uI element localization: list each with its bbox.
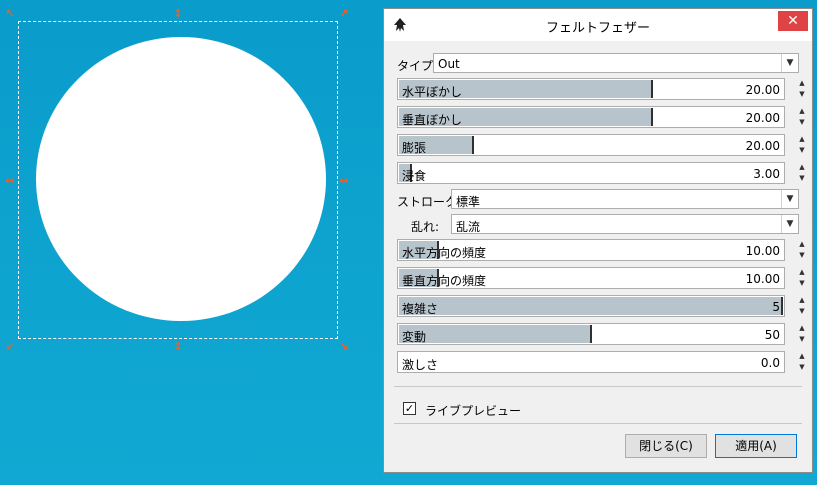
turbulence-value: 乱流	[456, 220, 481, 234]
spin-up-icon[interactable]: ▲	[797, 295, 807, 306]
spin-down-icon[interactable]: ▼	[797, 173, 807, 184]
spin-up-icon[interactable]: ▲	[797, 267, 807, 278]
spin-down-icon[interactable]: ▼	[797, 278, 807, 289]
slider-row[interactable]: 変動 50	[397, 323, 785, 345]
slider-row[interactable]: 複雑さ 5	[397, 295, 785, 317]
live-preview-checkbox[interactable]: ✓	[403, 402, 416, 415]
resize-handle-top-left-icon[interactable]: ↖	[5, 8, 15, 19]
resize-handle-top-right-icon[interactable]: ↗	[339, 8, 349, 19]
slider-label: 激しさ	[402, 358, 439, 372]
turbulence-row: 乱れ: 乱流 ▼	[397, 214, 799, 236]
divider	[394, 386, 802, 387]
spin-down-icon[interactable]: ▼	[797, 117, 807, 128]
spin-down-icon[interactable]: ▼	[797, 334, 807, 345]
resize-handle-bottom-left-icon[interactable]: ↙	[5, 341, 15, 352]
slider-value[interactable]: 50	[765, 328, 780, 342]
felt-feather-dialog: フェルトフェザー ✕ タイプ: Out ▼ 水平ぼかし 20.00 ▲ ▼ 垂直ぼかし 2…	[383, 8, 813, 473]
slider-row[interactable]: 垂直ぼかし 20.00	[397, 106, 785, 128]
slider-label: 水平ぼかし	[402, 85, 463, 99]
slider-value[interactable]: 0.0	[761, 356, 780, 370]
spin-button[interactable]: ▲ ▼	[797, 351, 807, 373]
turbulence-select[interactable]: 乱流 ▼	[451, 214, 799, 234]
turbulence-label: 乱れ:	[411, 220, 440, 234]
slider-value[interactable]: 10.00	[746, 244, 780, 258]
resize-handle-top-icon[interactable]: ↕	[173, 8, 183, 19]
slider-value[interactable]: 20.00	[746, 139, 780, 153]
slider-label: 垂直方向の頻度	[402, 274, 487, 288]
selection-bounding-box	[18, 21, 338, 339]
spin-button[interactable]: ▲ ▼	[797, 295, 807, 317]
slider-row[interactable]: 激しさ 0.0	[397, 351, 785, 373]
slider-value[interactable]: 20.00	[746, 83, 780, 97]
spin-down-icon[interactable]: ▼	[797, 145, 807, 156]
stroke-value: 標準	[456, 195, 481, 209]
slider-value[interactable]: 3.00	[753, 167, 780, 181]
spin-button[interactable]: ▲ ▼	[797, 106, 807, 128]
spin-button[interactable]: ▲ ▼	[797, 267, 807, 289]
resize-handle-right-icon[interactable]: ↔	[339, 175, 349, 186]
close-icon[interactable]: ✕	[778, 11, 808, 31]
divider	[394, 423, 802, 424]
slider-label: 複雑さ	[402, 302, 439, 316]
stroke-select[interactable]: 標準 ▼	[451, 189, 799, 209]
spin-button[interactable]: ▲ ▼	[797, 162, 807, 184]
spin-up-icon[interactable]: ▲	[797, 239, 807, 250]
chevron-down-icon: ▼	[781, 54, 798, 72]
resize-handle-left-icon[interactable]: ↔	[5, 175, 15, 186]
dialog-title: フェルトフェザー	[545, 21, 650, 36]
slider-label: 膨張	[402, 141, 427, 155]
spin-up-icon[interactable]: ▲	[797, 323, 807, 334]
slider-row[interactable]: 垂直方向の頻度 10.00	[397, 267, 785, 289]
spin-down-icon[interactable]: ▼	[797, 89, 807, 100]
slider-row[interactable]: 水平ぼかし 20.00	[397, 78, 785, 100]
apply-button[interactable]: 適用(A)	[715, 434, 797, 458]
close-button[interactable]: 閉じる(C)	[625, 434, 707, 458]
spin-down-icon[interactable]: ▼	[797, 362, 807, 373]
slider-label: 垂直ぼかし	[402, 113, 463, 127]
spin-down-icon[interactable]: ▼	[797, 306, 807, 317]
type-label: タイプ:	[397, 59, 438, 73]
slider-value[interactable]: 20.00	[746, 111, 780, 125]
slider-fill[interactable]	[399, 297, 783, 315]
type-value: Out	[438, 57, 460, 71]
slider-value[interactable]: 5	[772, 300, 780, 314]
live-preview-label: ライブプレビュー	[425, 404, 522, 418]
slider-value[interactable]: 10.00	[746, 272, 780, 286]
dialog-titlebar[interactable]: フェルトフェザー ✕	[384, 9, 812, 41]
slider-label: 浸食	[402, 169, 427, 183]
chevron-down-icon: ▼	[781, 190, 798, 208]
slider-fill[interactable]	[399, 325, 592, 343]
resize-handle-bottom-icon[interactable]: ↕	[173, 341, 183, 352]
type-select[interactable]: Out ▼	[433, 53, 799, 73]
type-row: タイプ: Out ▼	[397, 53, 799, 75]
slider-row[interactable]: 水平方向の頻度 10.00	[397, 239, 785, 261]
spin-up-icon[interactable]: ▲	[797, 351, 807, 362]
slider-label: 水平方向の頻度	[402, 246, 487, 260]
chevron-down-icon: ▼	[781, 215, 798, 233]
spin-up-icon[interactable]: ▲	[797, 134, 807, 145]
slider-label: 変動	[402, 330, 427, 344]
spin-down-icon[interactable]: ▼	[797, 250, 807, 261]
stroke-row: ストローク: 標準 ▼	[397, 189, 799, 211]
spin-up-icon[interactable]: ▲	[797, 78, 807, 89]
spin-button[interactable]: ▲ ▼	[797, 134, 807, 156]
slider-row[interactable]: 浸食 3.00	[397, 162, 785, 184]
spin-button[interactable]: ▲ ▼	[797, 239, 807, 261]
spin-up-icon[interactable]: ▲	[797, 162, 807, 173]
spin-button[interactable]: ▲ ▼	[797, 78, 807, 100]
spin-button[interactable]: ▲ ▼	[797, 323, 807, 345]
spin-up-icon[interactable]: ▲	[797, 106, 807, 117]
slider-row[interactable]: 膨張 20.00	[397, 134, 785, 156]
resize-handle-bottom-right-icon[interactable]: ↘	[339, 341, 349, 352]
